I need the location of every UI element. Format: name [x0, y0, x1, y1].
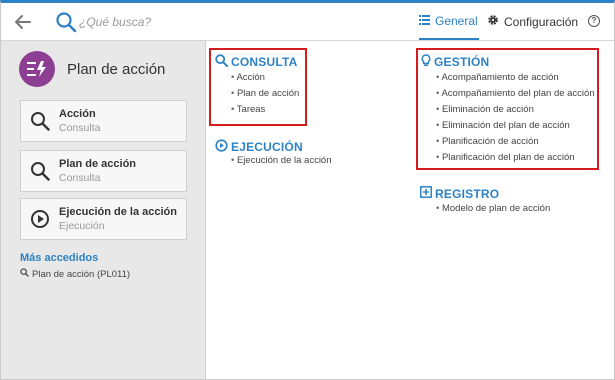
- list-icon: [419, 14, 430, 28]
- card-subtitle: Consulta: [59, 172, 101, 184]
- lightbulb-icon: [421, 54, 431, 70]
- tab-general[interactable]: General: [419, 3, 479, 40]
- sidebar: Plan de acción Acción Consulta Plan de a…: [1, 41, 206, 379]
- section-registro-items: Modelo de plan de acción: [436, 201, 550, 217]
- tab-configuracion[interactable]: Configuración: [487, 3, 578, 40]
- action-plan-app-icon: [19, 51, 55, 87]
- menu-item[interactable]: Eliminación de acción: [436, 102, 595, 118]
- search-icon: [21, 111, 59, 131]
- app-title: Plan de acción: [67, 60, 166, 78]
- search-icon: [20, 268, 29, 280]
- play-circle-icon: [21, 209, 59, 229]
- app-header: Plan de acción: [19, 51, 165, 87]
- section-gestion-title[interactable]: GESTIÓN: [421, 54, 489, 70]
- plus-square-icon: [420, 186, 432, 201]
- most-accessed-title: Más accedidos: [20, 252, 99, 264]
- section-title-label: EJECUCIÓN: [231, 140, 303, 154]
- search-icon[interactable]: [55, 11, 77, 33]
- card-title: Ejecución de la acción: [59, 206, 177, 218]
- search-icon: [21, 161, 59, 181]
- card-accion-consulta[interactable]: Acción Consulta: [20, 100, 187, 142]
- menu-item[interactable]: Ejecución de la acción: [231, 153, 332, 169]
- menu-item[interactable]: Tareas: [231, 102, 299, 118]
- section-registro-title[interactable]: REGISTRO: [420, 186, 499, 201]
- gear-icon: [487, 14, 499, 29]
- most-accessed-label: Plan de acción (PL011): [32, 268, 131, 280]
- search-icon: [215, 54, 229, 70]
- top-bar: General Configuración ?: [1, 3, 614, 41]
- tab-general-label: General: [435, 13, 478, 28]
- card-title: Acción: [59, 108, 96, 120]
- section-title-label: GESTIÓN: [434, 55, 490, 69]
- menu-item[interactable]: Eliminación del plan de acción: [436, 118, 595, 134]
- section-ejecucion-items: Ejecución de la acción: [231, 153, 332, 169]
- card-subtitle: Ejecución: [59, 220, 105, 232]
- play-circle-icon: [215, 139, 228, 155]
- back-arrow-icon[interactable]: [13, 12, 33, 32]
- tab-configuracion-label: Configuración: [504, 14, 579, 29]
- menu-item[interactable]: Modelo de plan de acción: [436, 201, 550, 217]
- most-accessed-item[interactable]: Plan de acción (PL011): [20, 268, 130, 280]
- section-title-label: REGISTRO: [435, 186, 500, 201]
- search-input[interactable]: [79, 12, 259, 32]
- app-window: General Configuración ? Plan de acción A…: [0, 0, 615, 380]
- menu-item[interactable]: Planificación del plan de acción: [436, 150, 595, 166]
- section-consulta-items: Acción Plan de acción Tareas: [231, 70, 299, 118]
- card-plan-consulta[interactable]: Plan de acción Consulta: [20, 150, 187, 192]
- card-subtitle: Consulta: [59, 122, 101, 134]
- menu-item[interactable]: Acompañamiento de acción: [436, 70, 595, 86]
- card-title: Plan de acción: [59, 158, 137, 170]
- help-icon[interactable]: ?: [588, 15, 600, 27]
- menu-item[interactable]: Plan de acción: [231, 86, 299, 102]
- menu-item[interactable]: Planificación de acción: [436, 134, 595, 150]
- section-consulta-title[interactable]: CONSULTA: [215, 54, 297, 70]
- menu-item[interactable]: Acción: [231, 70, 299, 86]
- card-ejecucion[interactable]: Ejecución de la acción Ejecución: [20, 198, 187, 240]
- section-title-label: CONSULTA: [231, 55, 298, 69]
- section-gestion-items: Acompañamiento de acción Acompañamiento …: [436, 70, 595, 166]
- menu-item[interactable]: Acompañamiento del plan de acción: [436, 86, 594, 102]
